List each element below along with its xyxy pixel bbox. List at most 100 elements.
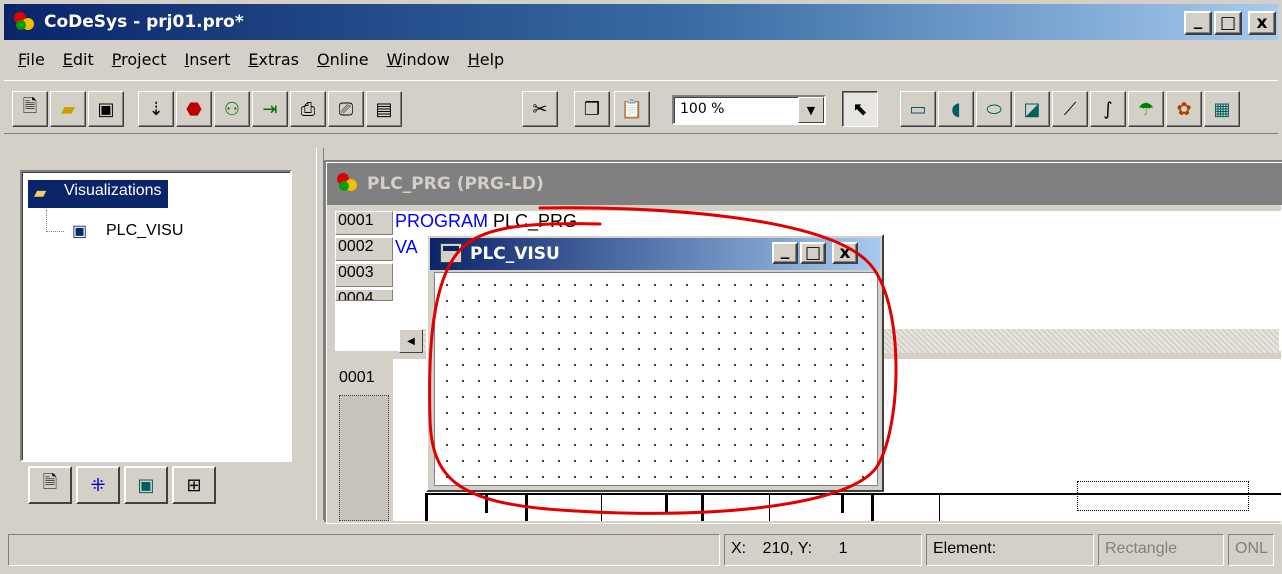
status-message [8,534,720,566]
line-number: 0002 [335,237,393,261]
cut-icon: ✂ [532,98,548,120]
zoom-select[interactable]: 100 % ▼ [672,95,826,125]
select-tool-button[interactable]: ⬉ [842,91,878,127]
print-delete-button[interactable]: ⎚ [328,91,364,127]
visu-minimize-button[interactable]: _ [772,240,798,264]
select-icon: ⬉ [852,98,868,120]
print-icon: ⎙ [300,98,316,120]
maximize-button[interactable]: □ [1214,11,1242,35]
arrow-left-icon: ◀ [407,335,415,347]
code-line: PROGRAM PLC_PRG [395,211,577,232]
y-label: Y: [797,540,813,557]
palette-icon: ✿ [1176,98,1192,120]
y-value: 1 [838,540,848,557]
line-number: 0004 [335,289,393,301]
tab-resources[interactable]: ⊞ [172,466,216,504]
datatype-tab-icon: ⁜ [90,474,106,496]
zoom-dropdown-button[interactable]: ▼ [798,97,824,123]
status-element-label: Element: [926,534,1094,566]
palette-tool-button[interactable]: ✿ [1166,91,1202,127]
close-button[interactable]: x [1248,11,1276,35]
curve-tool-button[interactable]: ∫ [1090,91,1126,127]
ladder-contact [871,493,874,521]
ladder-contact [701,493,704,521]
resources-tab-icon: ⊞ [186,474,202,496]
object-tree: ▰ Visualizations ▣ PLC_VISU [20,170,292,462]
panel-splitter[interactable] [316,148,324,520]
tab-pous[interactable]: 🗎 [28,466,72,504]
menu-project[interactable]: Project [112,50,167,69]
open-icon: ▰ [61,98,75,120]
new-icon: 🗎 [22,96,38,117]
menu-extras[interactable]: Extras [248,50,299,69]
menu-edit[interactable]: Edit [63,50,94,69]
open-button[interactable]: ▰ [50,91,86,127]
paste-icon: 📋 [620,98,644,120]
polygon-tool-button[interactable]: ◪ [1014,91,1050,127]
minimize-button[interactable]: _ [1184,10,1212,35]
status-bar: X: 210, Y: 1 Element: Rectangle ONL [4,528,1278,568]
copy-project-icon: ▤ [375,98,393,120]
print-button[interactable]: ⎙ [290,91,326,127]
organizer-tabs: 🗎 ⁜ ▣ ⊞ [28,466,216,506]
menu-insert[interactable]: Insert [185,50,231,69]
line-number: 0001 [335,211,393,235]
plc-visu-title: PLC_VISU [470,244,560,264]
selection-box [1077,481,1249,511]
chevron-down-icon: ▼ [806,103,816,117]
rounded-rectangle-icon: ◖ [951,98,961,120]
rectangle-tool-button[interactable]: ▭ [900,91,936,127]
status-online-flag: ONL [1228,534,1274,566]
code-keyword: PROGRAM [395,211,489,231]
pou-icon [337,173,359,193]
ladder-divider [939,495,940,521]
copy-button[interactable]: ❐ [574,91,610,127]
polyline-icon: ⟋ [1063,98,1077,120]
menu-file[interactable]: File [18,50,45,69]
copy-icon: ❐ [583,98,601,120]
rounded-rectangle-tool-button[interactable]: ◖ [938,91,974,127]
tab-visualizations[interactable]: ▣ [124,466,168,504]
visualization-tab-icon: ▣ [137,474,155,496]
ellipse-tool-button[interactable]: ⬭ [976,91,1012,127]
tree-item-plc-visu[interactable]: ▣ PLC_VISU [68,222,183,240]
visualization-window-icon [440,243,462,263]
tree-item-visualizations[interactable]: ▰ Visualizations [28,180,168,208]
minimize-icon: _ [780,240,790,260]
login-button[interactable]: ⚇ [214,91,250,127]
new-button[interactable]: 🗎 [12,91,48,127]
codesys-app-icon [14,12,36,32]
codesys-window: CoDeSys - prj01.pro* _ □ x File Edit Pro… [0,0,1282,574]
maximize-icon: □ [1219,13,1237,33]
toolbar: 🗎 ▰ ▣ ⇣ ⬣ ⚇ ⇥ ⎙ ⎚ ▤ ✂ ❐ 📋 100 % ▼ ⬉ ▭ ◖ … [4,80,1278,134]
visualization-canvas[interactable] [434,272,878,486]
visu-maximize-button[interactable]: □ [800,242,826,264]
ladder-contact [841,493,844,513]
copy-project-button[interactable]: ▤ [366,91,402,127]
menu-window[interactable]: Window [387,50,450,69]
cut-button[interactable]: ✂ [522,91,558,127]
visu-close-button[interactable]: x [832,242,858,264]
scroll-left-button[interactable]: ◀ [399,329,423,353]
print-delete-icon: ⎚ [338,98,354,120]
plc-visu-title-bar[interactable]: PLC_VISU _ □ x [430,238,880,270]
paste-button[interactable]: 📋 [614,91,650,127]
bitmap-tool-button[interactable]: ☂ [1128,91,1164,127]
visualization-icon: ▣ [72,223,88,240]
ladder-divider [601,495,602,521]
menu-online[interactable]: Online [317,50,369,69]
visualization-tool-button[interactable]: ▦ [1204,91,1240,127]
tree-connector [46,210,64,232]
build-button[interactable]: ⇣ [138,91,174,127]
plc-prg-title-bar[interactable]: PLC_PRG (PRG-LD) [327,163,1282,205]
save-button[interactable]: ▣ [88,91,124,127]
bitmap-icon: ☂ [1137,98,1155,120]
polyline-tool-button[interactable]: ⟋ [1052,91,1088,127]
curve-icon: ∫ [1103,98,1113,120]
step-button[interactable]: ⇥ [252,91,288,127]
window-title: CoDeSys - prj01.pro* [44,12,244,32]
stop-button[interactable]: ⬣ [176,91,212,127]
menu-help[interactable]: Help [468,50,504,69]
close-icon: x [1256,13,1268,33]
tab-datatypes[interactable]: ⁜ [76,466,120,504]
